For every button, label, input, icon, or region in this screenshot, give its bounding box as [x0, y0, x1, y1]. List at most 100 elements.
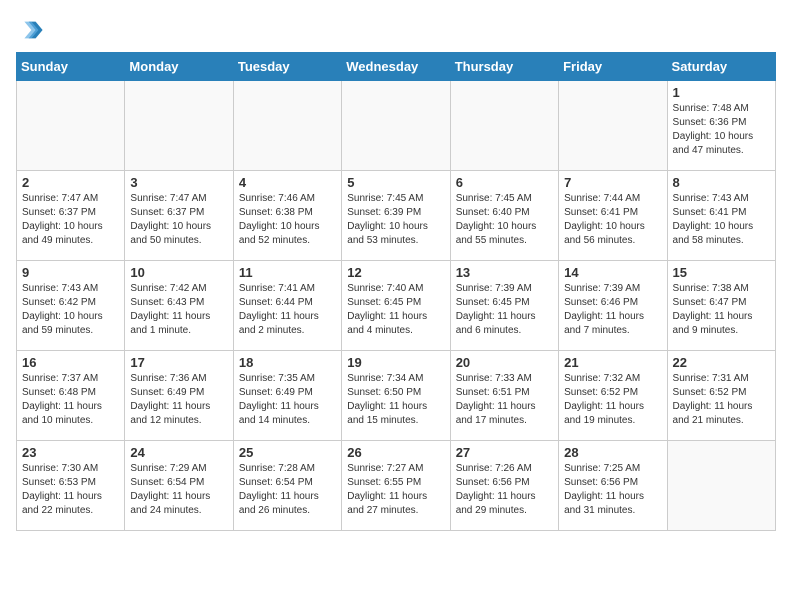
calendar-cell: 10 Sunrise: 7:42 AM Sunset: 6:43 PM Dayli…: [125, 261, 233, 351]
day-number: 19: [347, 355, 444, 370]
logo: [16, 16, 46, 44]
day-info: Sunrise: 7:44 AM Sunset: 6:41 PM Dayligh…: [564, 192, 661, 248]
calendar-cell: 23Sunrise: 7:30 AM Sunset: 6:53 PM Dayli…: [17, 441, 125, 531]
day-info: Sunrise: 7:34 AM Sunset: 6:50 PM Dayligh…: [347, 372, 444, 428]
day-number: 17: [130, 355, 227, 370]
day-info: Sunrise: 7:35 AM Sunset: 6:49 PM Dayligh…: [239, 372, 336, 428]
calendar-week-2: 2 Sunrise: 7:47 AM Sunset: 6:37 PM Daylig…: [17, 171, 776, 261]
calendar-cell: 28 Sunrise: 7:25 AM Sunset: 6:56 PM Dayli…: [559, 441, 667, 531]
calendar-cell: 16Sunrise: 7:37 AM Sunset: 6:48 PM Dayli…: [17, 351, 125, 441]
calendar-cell: 18 Sunrise: 7:35 AM Sunset: 6:49 PM Dayli…: [233, 351, 341, 441]
day-info: Sunrise: 7:39 AM Sunset: 6:46 PM Dayligh…: [564, 282, 661, 338]
calendar-cell: 8 Sunrise: 7:43 AM Sunset: 6:41 PM Daylig…: [667, 171, 775, 261]
day-number: 7: [564, 175, 661, 190]
calendar-cell: 13 Sunrise: 7:39 AM Sunset: 6:45 PM Dayli…: [450, 261, 558, 351]
day-number: 4: [239, 175, 336, 190]
day-number: 2: [22, 175, 119, 190]
day-info: Sunrise: 7:45 AM Sunset: 6:40 PM Dayligh…: [456, 192, 553, 248]
day-info: Sunrise: 7:38 AM Sunset: 6:47 PM Dayligh…: [673, 282, 770, 338]
day-number: 3: [130, 175, 227, 190]
day-info: Sunrise: 7:33 AM Sunset: 6:51 PM Dayligh…: [456, 372, 553, 428]
day-info: Sunrise: 7:29 AM Sunset: 6:54 PM Dayligh…: [130, 462, 227, 518]
day-number: 13: [456, 265, 553, 280]
day-number: 15: [673, 265, 770, 280]
calendar-cell: 1 Sunrise: 7:48 AM Sunset: 6:36 PM Daylig…: [667, 81, 775, 171]
day-info: Sunrise: 7:45 AM Sunset: 6:39 PM Dayligh…: [347, 192, 444, 248]
calendar-cell: 25 Sunrise: 7:28 AM Sunset: 6:54 PM Dayli…: [233, 441, 341, 531]
day-info: Sunrise: 7:43 AM Sunset: 6:42 PM Dayligh…: [22, 282, 119, 338]
calendar-cell: 3 Sunrise: 7:47 AM Sunset: 6:37 PM Daylig…: [125, 171, 233, 261]
calendar-cell: 21 Sunrise: 7:32 AM Sunset: 6:52 PM Dayli…: [559, 351, 667, 441]
day-number: 10: [130, 265, 227, 280]
calendar-cell: [667, 441, 775, 531]
day-number: 20: [456, 355, 553, 370]
calendar-cell: 6 Sunrise: 7:45 AM Sunset: 6:40 PM Daylig…: [450, 171, 558, 261]
day-info: Sunrise: 7:43 AM Sunset: 6:41 PM Dayligh…: [673, 192, 770, 248]
calendar-week-5: 23Sunrise: 7:30 AM Sunset: 6:53 PM Dayli…: [17, 441, 776, 531]
weekday-header-friday: Friday: [559, 53, 667, 81]
day-number: 9: [22, 265, 119, 280]
calendar-week-1: 1 Sunrise: 7:48 AM Sunset: 6:36 PM Daylig…: [17, 81, 776, 171]
day-number: 8: [673, 175, 770, 190]
day-number: 28: [564, 445, 661, 460]
day-number: 26: [347, 445, 444, 460]
day-number: 16: [22, 355, 119, 370]
calendar-week-3: 9 Sunrise: 7:43 AM Sunset: 6:42 PM Daylig…: [17, 261, 776, 351]
calendar-cell: 22 Sunrise: 7:31 AM Sunset: 6:52 PM Dayli…: [667, 351, 775, 441]
day-info: Sunrise: 7:46 AM Sunset: 6:38 PM Dayligh…: [239, 192, 336, 248]
calendar-cell: 5 Sunrise: 7:45 AM Sunset: 6:39 PM Daylig…: [342, 171, 450, 261]
day-info: Sunrise: 7:31 AM Sunset: 6:52 PM Dayligh…: [673, 372, 770, 428]
day-info: Sunrise: 7:48 AM Sunset: 6:36 PM Dayligh…: [673, 102, 770, 158]
day-number: 11: [239, 265, 336, 280]
calendar: SundayMondayTuesdayWednesdayThursdayFrid…: [16, 52, 776, 531]
calendar-cell: [559, 81, 667, 171]
day-info: Sunrise: 7:47 AM Sunset: 6:37 PM Dayligh…: [22, 192, 119, 248]
day-number: 12: [347, 265, 444, 280]
calendar-cell: 17 Sunrise: 7:36 AM Sunset: 6:49 PM Dayli…: [125, 351, 233, 441]
calendar-cell: [125, 81, 233, 171]
day-number: 6: [456, 175, 553, 190]
day-info: Sunrise: 7:41 AM Sunset: 6:44 PM Dayligh…: [239, 282, 336, 338]
day-number: 21: [564, 355, 661, 370]
logo-icon: [16, 16, 44, 44]
day-info: Sunrise: 7:32 AM Sunset: 6:52 PM Dayligh…: [564, 372, 661, 428]
day-info: Sunrise: 7:27 AM Sunset: 6:55 PM Dayligh…: [347, 462, 444, 518]
calendar-cell: 9 Sunrise: 7:43 AM Sunset: 6:42 PM Daylig…: [17, 261, 125, 351]
calendar-cell: 24 Sunrise: 7:29 AM Sunset: 6:54 PM Dayli…: [125, 441, 233, 531]
day-number: 23: [22, 445, 119, 460]
weekday-header-thursday: Thursday: [450, 53, 558, 81]
calendar-week-4: 16Sunrise: 7:37 AM Sunset: 6:48 PM Dayli…: [17, 351, 776, 441]
day-info: Sunrise: 7:40 AM Sunset: 6:45 PM Dayligh…: [347, 282, 444, 338]
weekday-header-tuesday: Tuesday: [233, 53, 341, 81]
day-info: Sunrise: 7:39 AM Sunset: 6:45 PM Dayligh…: [456, 282, 553, 338]
day-number: 14: [564, 265, 661, 280]
day-info: Sunrise: 7:36 AM Sunset: 6:49 PM Dayligh…: [130, 372, 227, 428]
calendar-cell: 26 Sunrise: 7:27 AM Sunset: 6:55 PM Dayli…: [342, 441, 450, 531]
calendar-cell: [233, 81, 341, 171]
calendar-cell: [17, 81, 125, 171]
weekday-header-saturday: Saturday: [667, 53, 775, 81]
calendar-cell: 20 Sunrise: 7:33 AM Sunset: 6:51 PM Dayli…: [450, 351, 558, 441]
calendar-cell: 2 Sunrise: 7:47 AM Sunset: 6:37 PM Daylig…: [17, 171, 125, 261]
day-number: 27: [456, 445, 553, 460]
weekday-header-wednesday: Wednesday: [342, 53, 450, 81]
day-info: Sunrise: 7:47 AM Sunset: 6:37 PM Dayligh…: [130, 192, 227, 248]
day-number: 18: [239, 355, 336, 370]
day-number: 25: [239, 445, 336, 460]
day-info: Sunrise: 7:42 AM Sunset: 6:43 PM Dayligh…: [130, 282, 227, 338]
calendar-cell: 12 Sunrise: 7:40 AM Sunset: 6:45 PM Dayli…: [342, 261, 450, 351]
day-number: 5: [347, 175, 444, 190]
calendar-cell: 11 Sunrise: 7:41 AM Sunset: 6:44 PM Dayli…: [233, 261, 341, 351]
calendar-cell: 7 Sunrise: 7:44 AM Sunset: 6:41 PM Daylig…: [559, 171, 667, 261]
day-info: Sunrise: 7:26 AM Sunset: 6:56 PM Dayligh…: [456, 462, 553, 518]
day-number: 1: [673, 85, 770, 100]
day-number: 24: [130, 445, 227, 460]
header: [16, 16, 776, 44]
day-info: Sunrise: 7:28 AM Sunset: 6:54 PM Dayligh…: [239, 462, 336, 518]
day-info: Sunrise: 7:25 AM Sunset: 6:56 PM Dayligh…: [564, 462, 661, 518]
calendar-cell: 4 Sunrise: 7:46 AM Sunset: 6:38 PM Daylig…: [233, 171, 341, 261]
day-number: 22: [673, 355, 770, 370]
calendar-cell: [450, 81, 558, 171]
calendar-cell: 14 Sunrise: 7:39 AM Sunset: 6:46 PM Dayli…: [559, 261, 667, 351]
weekday-header-row: SundayMondayTuesdayWednesdayThursdayFrid…: [17, 53, 776, 81]
